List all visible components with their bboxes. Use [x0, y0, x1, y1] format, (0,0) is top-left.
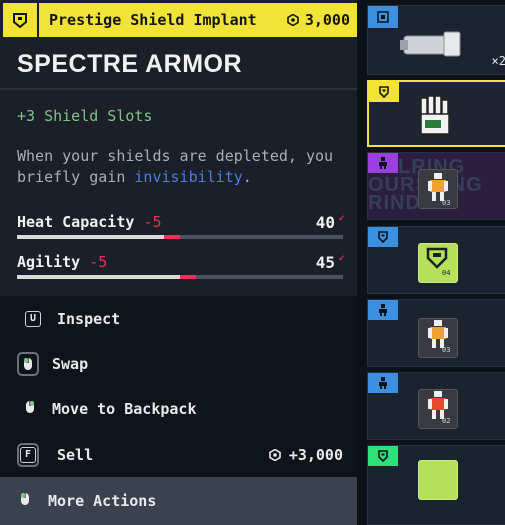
inventory-slot[interactable]: 03 [367, 299, 505, 367]
item-tag [368, 446, 398, 466]
currency-icon [269, 448, 281, 461]
glove-item-icon [420, 95, 450, 138]
inventory-slot[interactable]: LRING OURS ENG RINDUS 03 [367, 152, 505, 220]
item-tag [368, 6, 398, 28]
item-level: 04 [442, 269, 451, 277]
mouse-icon [17, 351, 39, 376]
action-menu: U Inspect Swap Move to Backpack F Sell +… [0, 296, 357, 525]
attribute-bar [17, 275, 343, 279]
inspect-action[interactable]: U Inspect [0, 296, 357, 341]
item-description: When your shields are depleted, you brie… [17, 147, 334, 186]
mouse-icon [20, 492, 30, 510]
shield-icon [378, 231, 388, 243]
item-tag [368, 153, 398, 173]
cylinder-item-icon [400, 31, 461, 57]
down-arrow-icon: ↙ [338, 210, 345, 223]
key-f-icon: F [17, 442, 39, 467]
mouse-icon [25, 400, 35, 418]
shield-icon [378, 450, 388, 462]
inventory-slot[interactable]: ×2 [367, 5, 505, 75]
item-tag [368, 227, 398, 247]
grid-icon [377, 11, 389, 23]
description-highlight: invisibility [134, 168, 243, 186]
attribute-bar [17, 235, 343, 239]
attribute-delta: -5 [143, 213, 162, 231]
inventory-slot[interactable] [367, 445, 505, 525]
figure-icon [379, 157, 387, 169]
price-value: 3,000 [304, 11, 350, 29]
down-arrow-icon: ↙ [338, 250, 345, 263]
shield-icon [379, 86, 389, 98]
swap-action[interactable]: Swap [0, 341, 357, 386]
attribute-label: Heat Capacity -5 [17, 213, 162, 231]
item-detail-panel: Prestige Shield Implant 3,000 SPECTRE AR… [0, 0, 357, 525]
inventory-slot-selected[interactable] [367, 80, 505, 147]
shield-icon [3, 3, 39, 37]
stack-count: ×2 [491, 54, 505, 68]
sell-price: +3,000 [269, 446, 343, 464]
divider [0, 88, 357, 90]
item-price: 3,000 [287, 3, 350, 37]
attribute-delta: -5 [89, 253, 108, 271]
item-tag [368, 373, 398, 393]
item-stat: +3 Shield Slots [17, 107, 153, 125]
figure-icon [379, 304, 387, 316]
attribute-value: 40 [315, 213, 335, 232]
currency-icon [287, 14, 299, 26]
item-level: 03 [442, 199, 451, 207]
item-level: 03 [442, 346, 451, 354]
figure-icon [379, 377, 387, 389]
inventory-slot[interactable]: 04 [367, 226, 505, 294]
shield-item-icon [426, 247, 448, 269]
item-tag [369, 82, 399, 102]
inventory-column: ×2 LRING OURS ENG RINDUS 03 04 03 02 [357, 0, 505, 525]
key-u-icon: U [25, 310, 41, 327]
attribute-label: Agility -5 [17, 253, 108, 271]
item-tile [418, 460, 458, 500]
more-actions-action[interactable]: More Actions [0, 477, 357, 525]
item-level: 02 [442, 417, 451, 425]
inventory-slot[interactable]: 02 [367, 372, 505, 440]
move-to-backpack-action[interactable]: Move to Backpack [0, 386, 357, 431]
item-header: Prestige Shield Implant 3,000 [3, 3, 357, 37]
item-type: Prestige Shield Implant [49, 11, 257, 29]
attribute-value: 45 [315, 253, 335, 272]
sell-action[interactable]: F Sell +3,000 [0, 432, 357, 477]
item-tag [368, 300, 398, 320]
item-name: SPECTRE ARMOR [17, 50, 243, 78]
